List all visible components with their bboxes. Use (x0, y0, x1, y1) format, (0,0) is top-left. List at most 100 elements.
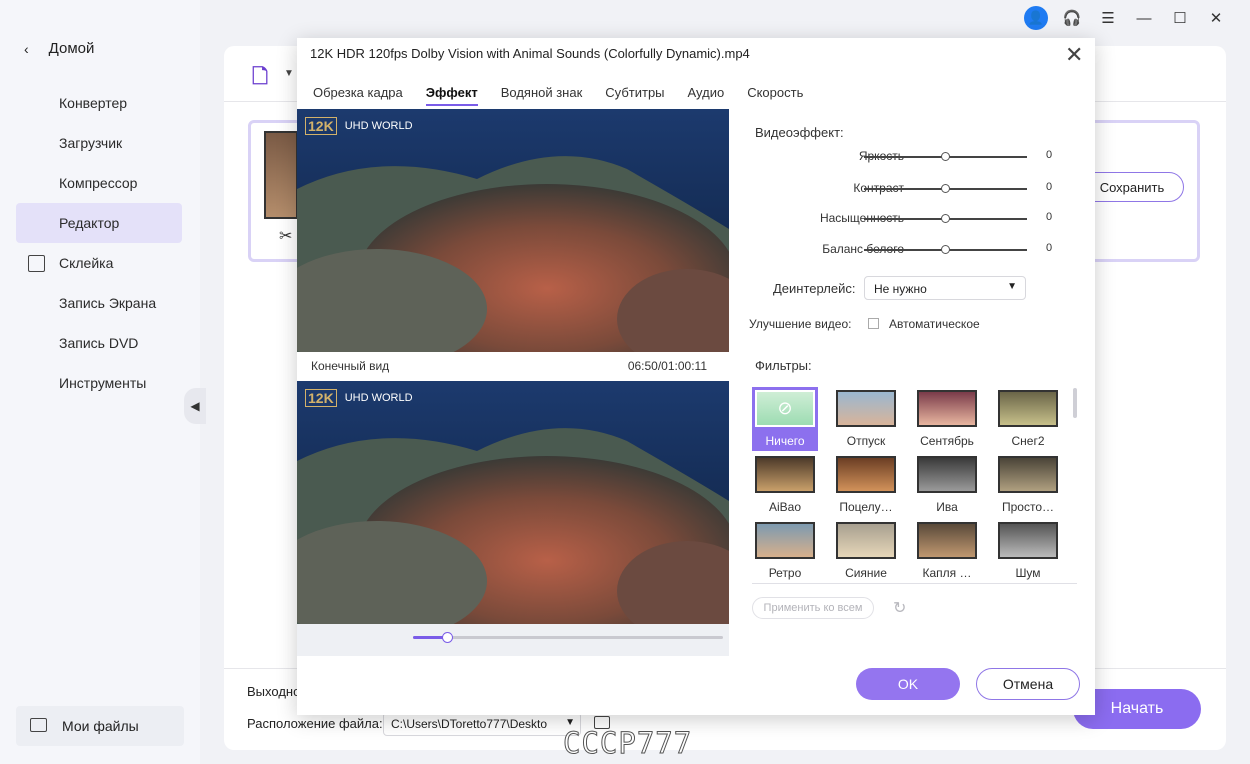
headset-icon[interactable]: 🎧 (1060, 6, 1084, 30)
playback-slider[interactable] (413, 632, 723, 643)
apply-to-all-button[interactable]: Применить ко всем (752, 597, 874, 619)
maximize-icon[interactable]: ☐ (1168, 6, 1192, 30)
slider-handle[interactable] (940, 214, 950, 223)
sidebar-item-downloader[interactable]: Загрузчик (16, 123, 182, 163)
filter-item[interactable]: Поцелу… (833, 453, 899, 517)
tab-subtitles[interactable]: Субтитры (605, 85, 664, 106)
sidebar-item-tools[interactable]: Инструменты (16, 363, 182, 403)
filter-thumbnail (836, 456, 896, 493)
slider-handle[interactable] (940, 152, 950, 161)
menu-icon[interactable]: ☰ (1096, 6, 1120, 30)
logo-text: UHD WORLD (344, 120, 413, 132)
cancel-button[interactable]: Отмена (976, 668, 1080, 700)
user-icon[interactable]: 👤 (1024, 6, 1048, 30)
contrast-slider-row: Контраст 0 (749, 181, 1069, 197)
filter-thumbnail (917, 390, 977, 427)
filter-thumbnail (755, 522, 815, 559)
filter-item[interactable]: Капля … (914, 519, 980, 580)
slider-value: 0 (1046, 149, 1053, 161)
filter-item[interactable]: Ретро (752, 519, 818, 580)
filter-thumbnail (917, 456, 977, 493)
slider-handle[interactable] (940, 184, 950, 193)
filter-scrollbar[interactable] (1073, 388, 1077, 418)
tab-speed[interactable]: Скорость (747, 85, 803, 106)
sidebar-item-label: Запись DVD (59, 335, 139, 351)
tab-audio[interactable]: Аудио (688, 85, 725, 106)
add-file-icon[interactable]: 🗋 (252, 62, 278, 88)
filter-item[interactable]: AiBao (752, 453, 818, 517)
filters-label: Фильтры: (755, 358, 812, 373)
filter-item[interactable]: Отпуск (833, 387, 899, 451)
sidebar-item-editor[interactable]: Редактор (16, 203, 182, 243)
filter-item[interactable]: Ива (914, 453, 980, 517)
slider-handle[interactable] (940, 245, 950, 254)
merge-icon (28, 255, 45, 272)
white-balance-slider[interactable] (864, 245, 1027, 254)
ok-button[interactable]: OK (856, 668, 960, 700)
filter-label: Капля … (922, 566, 972, 580)
file-location-label: Расположение файла: (247, 716, 383, 731)
video-effect-label: Видеоэффект: (755, 125, 844, 140)
window-controls: 👤 🎧 ☰ — ☐ ✕ (1024, 6, 1228, 30)
video-logo: 12K UHD WORLD (305, 117, 413, 135)
filter-thumbnail (836, 390, 896, 427)
deinterlace-value: Не нужно (874, 282, 927, 296)
sidebar-item-compressor[interactable]: Компрессор (16, 163, 182, 203)
scissors-icon[interactable]: ✂ (279, 226, 292, 246)
tab-watermark[interactable]: Водяной знак (501, 85, 583, 106)
collapse-sidebar-button[interactable]: ◀ (184, 388, 206, 424)
preview-info-bar: Конечный вид 06:50/01:00:11 (297, 352, 729, 381)
auto-enhance-label: Автоматическое (889, 317, 980, 331)
watermark-text: СССР777 (562, 726, 693, 761)
video-logo: 12K UHD WORLD (305, 389, 413, 407)
filter-label: Отпуск (846, 434, 886, 448)
filter-thumbnail (836, 522, 896, 559)
brightness-slider-row: Яркость 0 (749, 149, 1069, 165)
minimize-icon[interactable]: — (1132, 6, 1156, 30)
filter-label: Просто… (1001, 500, 1054, 514)
output-format-label: Выходно (247, 684, 301, 699)
divider (752, 583, 1077, 584)
contrast-slider[interactable] (864, 184, 1027, 193)
sidebar-item-label: Редактор (59, 215, 120, 231)
saturation-slider[interactable] (864, 214, 1027, 223)
filter-none[interactable]: ⊘ Ничего (752, 387, 818, 451)
file-location-value: C:\Users\DToretto777\Deskto (391, 717, 548, 731)
video-frame (297, 381, 729, 624)
reset-icon[interactable]: ↻ (893, 598, 906, 618)
sidebar-item-label: Склейка (59, 255, 114, 271)
filter-label: Сентябрь (920, 434, 974, 448)
filter-item[interactable]: Шум (995, 519, 1061, 580)
video-frame (297, 109, 729, 352)
sidebar-item-converter[interactable]: Конвертер (16, 83, 182, 123)
effect-dialog: 12K HDR 120fps Dolby Vision with Animal … (297, 38, 1095, 715)
home-link[interactable]: ‹ Домой (24, 40, 94, 57)
sidebar-item-screen-record[interactable]: Запись Экрана (16, 283, 182, 323)
brightness-slider[interactable] (864, 152, 1027, 161)
sidebar-item-label: Инструменты (59, 375, 147, 391)
close-icon[interactable]: ✕ (1204, 6, 1228, 30)
filter-item[interactable]: Сияние (833, 519, 899, 580)
auto-enhance-checkbox[interactable] (868, 318, 879, 329)
tab-effect[interactable]: Эффект (425, 85, 478, 106)
tab-bar: Обрезка кадра Эффект Водяной знак Субтит… (313, 85, 826, 106)
filter-item[interactable]: Просто… (995, 453, 1061, 517)
tab-crop[interactable]: Обрезка кадра (313, 85, 403, 106)
logo-badge: 12K (305, 117, 337, 135)
filter-item[interactable]: Сентябрь (914, 387, 980, 451)
save-button[interactable]: Сохранить (1080, 172, 1184, 202)
sidebar-item-merger[interactable]: Склейка (16, 243, 182, 283)
home-label: Домой (48, 40, 95, 57)
my-files-button[interactable]: Мои файлы (16, 706, 184, 746)
playback-handle[interactable] (442, 632, 454, 643)
chevron-down-icon[interactable]: ▼ (284, 68, 294, 79)
filter-label: Сияние (845, 566, 887, 580)
file-location-select[interactable]: C:\Users\DToretto777\Deskto ▼ (383, 712, 581, 736)
deinterlace-select[interactable]: Не нужно ▼ (864, 276, 1026, 300)
sidebar-item-dvd[interactable]: Запись DVD (16, 323, 182, 363)
close-icon[interactable]: ✕ (1065, 42, 1083, 68)
filter-label: Ретро (768, 566, 802, 580)
sidebar-item-label: Конвертер (59, 95, 128, 111)
filter-item[interactable]: Снег2 (995, 387, 1061, 451)
sidebar-item-label: Запись Экрана (59, 295, 157, 311)
